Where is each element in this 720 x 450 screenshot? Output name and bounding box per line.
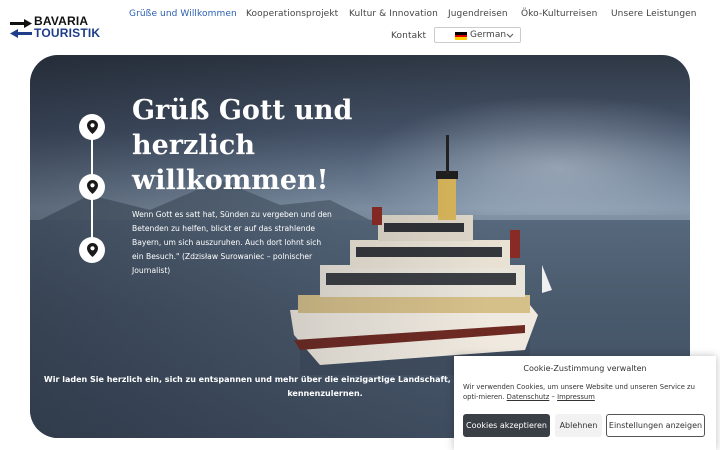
- nav-item-unsere-leistungen[interactable]: Unsere Leistungen: [611, 9, 697, 19]
- nav-item-kooperationsprojekt[interactable]: Kooperationsprojekt: [246, 9, 338, 19]
- arrow-right-icon: [10, 19, 32, 28]
- language-selector[interactable]: German: [434, 27, 521, 43]
- nav-item-oeko-kulturreisen[interactable]: Öko-Kulturreisen: [521, 9, 597, 19]
- imprint-link[interactable]: Impressum: [557, 393, 595, 401]
- link-separator: –: [551, 393, 555, 401]
- logo-text-touristik: TOURISTIK: [34, 26, 101, 40]
- language-selected: German: [470, 30, 507, 40]
- accept-cookies-button[interactable]: Cookies akzeptieren: [463, 414, 550, 437]
- hero-title: Grüß Gott und herzlich willkommen!: [132, 95, 353, 196]
- cookie-consent-dialog: Cookie-Zustimmung verwalten Wir verwende…: [454, 356, 716, 450]
- cookie-settings-button[interactable]: Einstellungen anzeigen: [606, 414, 705, 437]
- decline-cookies-button[interactable]: Ablehnen: [555, 414, 602, 437]
- location-pin-icon: [79, 114, 105, 140]
- cookie-text: Wir verwenden Cookies, um unsere Website…: [463, 382, 711, 402]
- location-pin-icon: [79, 174, 105, 200]
- german-flag-icon: [455, 32, 467, 40]
- nav-item-jugendreisen[interactable]: Jugendreisen: [448, 9, 508, 19]
- nav-item-gruesse[interactable]: Grüße und Willkommen: [129, 9, 237, 19]
- chevron-down-icon: [506, 33, 514, 38]
- privacy-link[interactable]: Datenschutz: [507, 393, 550, 401]
- cookie-title: Cookie-Zustimmung verwalten: [523, 364, 647, 373]
- hero-quote: Wenn Gott es satt hat, Sünden zu vergebe…: [132, 210, 332, 275]
- nav-item-kultur-innovation[interactable]: Kultur & Innovation: [349, 9, 438, 19]
- arrow-left-icon: [10, 29, 32, 38]
- nav-item-kontakt[interactable]: Kontakt: [391, 31, 426, 41]
- site-logo[interactable]: BAVARIA TOURISTIK: [10, 14, 110, 40]
- location-pin-icon: [79, 237, 105, 263]
